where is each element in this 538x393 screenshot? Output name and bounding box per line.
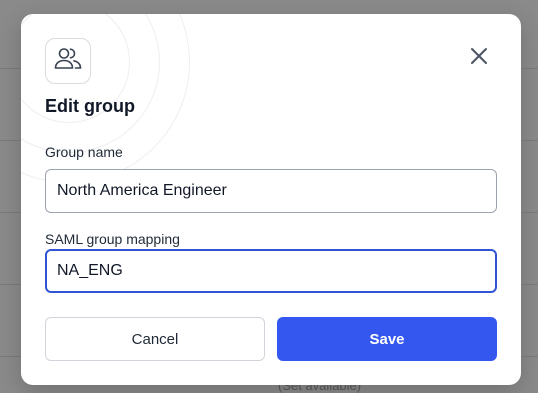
close-icon xyxy=(470,47,488,70)
group-name-input[interactable] xyxy=(45,169,497,213)
dialog-title: Edit group xyxy=(45,96,135,116)
close-button[interactable] xyxy=(465,44,493,72)
saml-mapping-input[interactable] xyxy=(45,249,497,293)
group-name-label: Group name xyxy=(45,144,123,160)
users-icon xyxy=(53,46,83,77)
save-button[interactable]: Save xyxy=(277,317,497,361)
saml-mapping-label: SAML group mapping xyxy=(45,231,180,247)
dialog-icon-container xyxy=(45,38,91,84)
cancel-button[interactable]: Cancel xyxy=(45,317,265,361)
edit-group-dialog: Edit group Group name SAML group mapping… xyxy=(21,14,521,385)
